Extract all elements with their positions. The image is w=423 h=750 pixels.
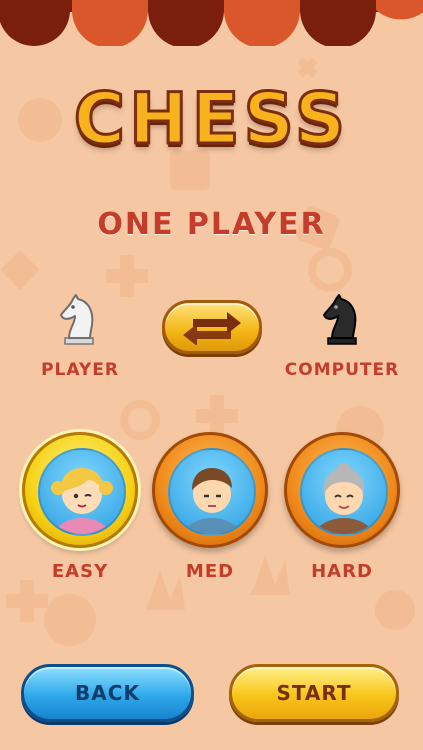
easy-avatar-button[interactable] bbox=[22, 432, 138, 548]
start-button[interactable]: START bbox=[229, 664, 399, 722]
girl-avatar bbox=[51, 468, 113, 534]
back-button[interactable]: BACK bbox=[21, 664, 194, 722]
easy-label: EASY bbox=[51, 561, 109, 582]
swap-arrows-icon bbox=[183, 312, 241, 345]
man-avatar bbox=[181, 468, 243, 534]
hard-label: HARD bbox=[311, 561, 373, 582]
hard-avatar-button[interactable] bbox=[284, 432, 400, 548]
white-knight-icon bbox=[60, 294, 94, 345]
med-avatar-button[interactable] bbox=[152, 432, 268, 548]
swap-sides-button[interactable] bbox=[162, 300, 262, 354]
black-knight-icon bbox=[323, 294, 357, 345]
awning-banner bbox=[0, 0, 423, 46]
med-label: MED bbox=[185, 561, 235, 582]
computer-label: COMPUTER bbox=[284, 360, 400, 380]
mode-label: ONE PLAYER bbox=[97, 207, 326, 242]
game-title: CHESS bbox=[72, 77, 350, 162]
player-label: PLAYER bbox=[41, 360, 119, 380]
grandma-avatar bbox=[313, 463, 375, 534]
